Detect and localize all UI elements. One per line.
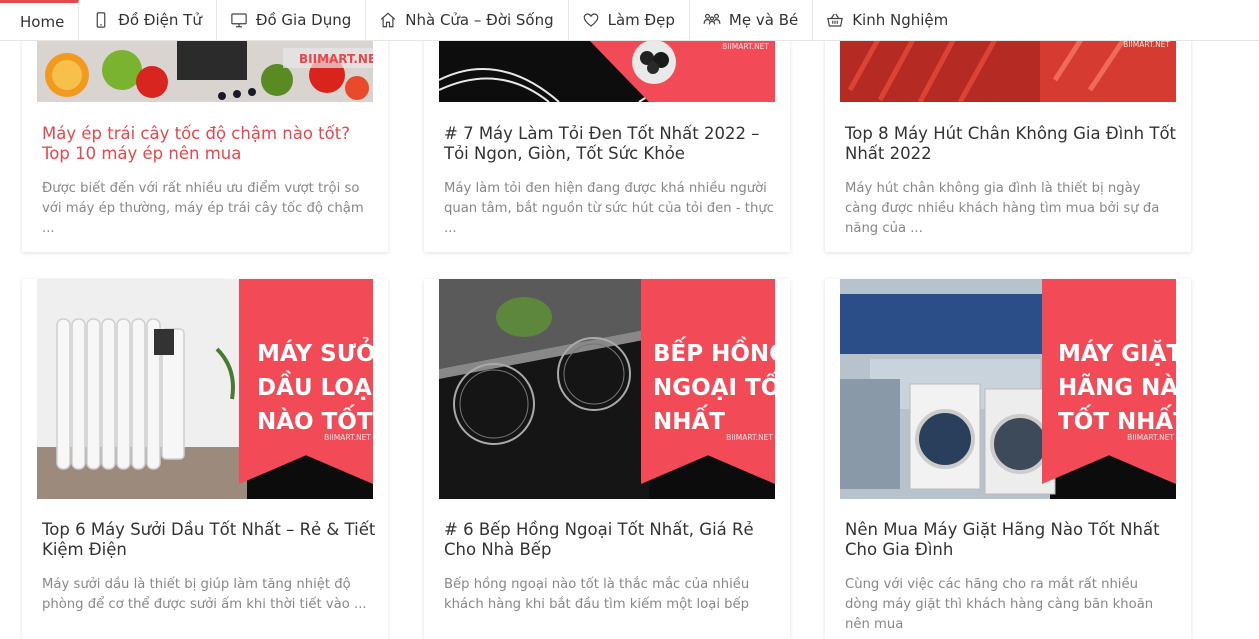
post-title[interactable]: Máy ép trái cây tốc độ chậm nào tốt? Top… bbox=[42, 124, 377, 164]
post-excerpt: Bếp hồng ngoại nào tốt là thắc mắc của n… bbox=[444, 577, 750, 612]
phone-icon bbox=[96, 12, 106, 28]
post-title[interactable]: # 6 Bếp Hồng Ngoại Tốt Nhất, Giá Rẻ Cho … bbox=[444, 520, 779, 560]
post-excerpt: Được biết đến với rất nhiều ưu điểm vượt… bbox=[42, 181, 364, 236]
brand-watermark: BIIMART.NET bbox=[726, 433, 773, 442]
post-title[interactable]: # 7 Máy Làm Tỏi Đen Tốt Nhất 2022 – Tỏi … bbox=[444, 124, 779, 164]
nav-electronics-label: Đồ Điện Tử bbox=[118, 11, 202, 29]
post-title[interactable]: Top 8 Máy Hút Chân Không Gia Đình Tốt Nh… bbox=[845, 124, 1180, 164]
nav-household[interactable]: Đồ Gia Dụng bbox=[217, 0, 367, 40]
family-icon bbox=[703, 13, 721, 25]
post-excerpt: Máy sưởi dầu là thiết bị giúp làm tăng n… bbox=[42, 577, 367, 612]
home-icon bbox=[381, 12, 396, 28]
nav-mom-baby[interactable]: Mẹ và Bé bbox=[690, 0, 814, 40]
brand-watermark: BIIMART.NET bbox=[722, 42, 769, 51]
red-banner: MÁY GIẶT HÃNG NÀO TỐT NHẤT? BIIMART.NET bbox=[1042, 279, 1176, 484]
red-banner: MÁY SƯỞI DẦU LOẠI NÀO TỐT? BIIMART.NET bbox=[239, 279, 373, 484]
nav-experience[interactable]: Kinh Nghiệm bbox=[813, 0, 962, 40]
post-thumbnail[interactable]: MÁY GIẶT HÃNG NÀO TỐT NHẤT? BIIMART.NET bbox=[840, 279, 1176, 499]
nav-experience-label: Kinh Nghiệm bbox=[852, 11, 949, 29]
nav-household-label: Đồ Gia Dụng bbox=[255, 11, 352, 29]
main-nav: Home Đồ Điện Tử Đồ Gia Dụng Nhà Cửa – Đờ… bbox=[0, 0, 1259, 41]
nav-electronics[interactable]: Đồ Điện Tử bbox=[79, 0, 217, 40]
post-excerpt: Cùng với việc các hãng cho ra mắt rất nh… bbox=[845, 577, 1154, 632]
nav-mom-baby-label: Mẹ và Bé bbox=[728, 11, 799, 29]
monitor-icon bbox=[231, 13, 247, 28]
basket-icon bbox=[827, 13, 844, 27]
post-excerpt: Máy làm tỏi đen hiện đang được khá nhiều… bbox=[444, 181, 774, 236]
nav-beauty[interactable]: Làm Đẹp bbox=[569, 0, 690, 40]
post-excerpt: Máy hút chân không gia đình là thiết bị … bbox=[845, 181, 1160, 236]
brand-watermark: BIIMART.NET bbox=[1123, 40, 1170, 49]
red-banner: BẾP HỒNG NGOẠI TỐT NHẤT BIIMART.NET bbox=[641, 279, 775, 484]
nav-beauty-label: Làm Đẹp bbox=[607, 11, 675, 29]
post-thumbnail[interactable]: BẾP HỒNG NGOẠI TỐT NHẤT BIIMART.NET bbox=[439, 279, 775, 499]
post-thumbnail[interactable]: MÁY SƯỞI DẦU LOẠI NÀO TỐT? BIIMART.NET bbox=[37, 279, 373, 499]
brand-watermark: BIIMART.NET bbox=[299, 52, 373, 66]
heart-icon bbox=[583, 13, 598, 27]
brand-watermark: BIIMART.NET bbox=[1127, 433, 1174, 442]
post-title[interactable]: Top 6 Máy Sưởi Dầu Tốt Nhất – Rẻ & Tiết … bbox=[42, 520, 377, 560]
nav-home[interactable]: Home bbox=[0, 0, 80, 40]
nav-home-label: Home bbox=[20, 12, 65, 31]
post-title[interactable]: Nên Mua Máy Giặt Hãng Nào Tốt Nhất Cho G… bbox=[845, 520, 1180, 560]
nav-home-living[interactable]: Nhà Cửa – Đời Sống bbox=[366, 0, 569, 40]
brand-watermark: BIIMART.NET bbox=[324, 433, 371, 442]
banner-text: MÁY SƯỞI DẦU LOẠI NÀO TỐT? bbox=[257, 341, 373, 435]
banner-text: BẾP HỒNG NGOẠI TỐT NHẤT bbox=[653, 341, 775, 435]
post-card[interactable]: MÁY SƯỞI DẦU LOẠI NÀO TỐT? BIIMART.NET T… bbox=[22, 279, 388, 639]
nav-home-living-label: Nhà Cửa – Đời Sống bbox=[405, 11, 554, 29]
banner-text: MÁY GIẶT HÃNG NÀO TỐT NHẤT? bbox=[1058, 341, 1176, 435]
post-card[interactable]: BẾP HỒNG NGOẠI TỐT NHẤT BIIMART.NET # 6 … bbox=[424, 279, 790, 639]
post-card[interactable]: MÁY GIẶT HÃNG NÀO TỐT NHẤT? BIIMART.NET … bbox=[825, 279, 1191, 639]
